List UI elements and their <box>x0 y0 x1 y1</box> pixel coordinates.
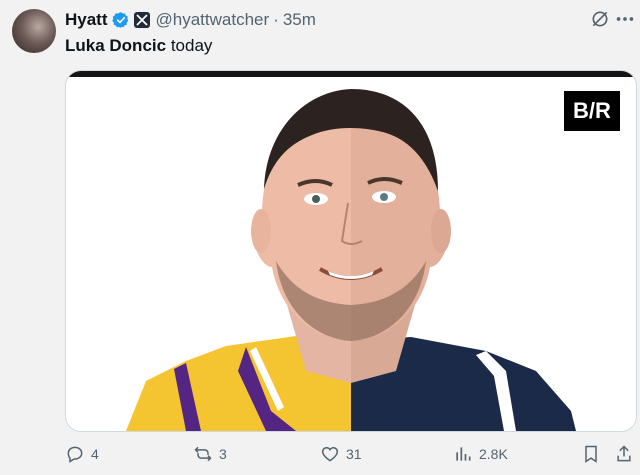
bookmark-icon <box>585 445 597 463</box>
x-affiliate-icon[interactable] <box>133 12 150 28</box>
bookmark-button[interactable] <box>581 444 601 464</box>
tweet-media-image[interactable]: B/R <box>65 70 637 432</box>
tweet-bold-text[interactable]: Luka Doncic <box>65 36 166 55</box>
views-button[interactable]: 2.8K <box>453 444 508 464</box>
author-name[interactable]: Hyatt <box>65 10 108 30</box>
br-logo-text: B/R <box>573 98 611 123</box>
repost-button[interactable]: 3 <box>193 444 227 464</box>
reply-count: 4 <box>91 446 99 462</box>
like-count: 31 <box>346 446 362 462</box>
share-button[interactable] <box>614 444 634 464</box>
tweet-text: Luka Doncic today <box>65 36 212 56</box>
reply-icon <box>67 446 83 463</box>
split-portrait-image <box>66 71 636 431</box>
grok-icon[interactable] <box>590 9 610 29</box>
share-icon <box>617 445 631 462</box>
repost-count: 3 <box>219 446 227 462</box>
tweet-header: Hyatt @hyattwatcher · 35m <box>65 8 624 32</box>
verified-badge-icon <box>111 12 128 28</box>
separator-dot: · <box>273 10 279 29</box>
tweet-body-text: today <box>166 36 213 55</box>
timestamp[interactable]: 35m <box>283 10 316 30</box>
author-handle[interactable]: @hyattwatcher <box>156 10 270 30</box>
avatar[interactable] <box>12 9 56 53</box>
reply-button[interactable]: 4 <box>65 444 99 464</box>
like-button[interactable]: 31 <box>320 444 362 464</box>
more-options-icon[interactable] <box>614 9 636 29</box>
views-count: 2.8K <box>479 446 508 462</box>
br-logo: B/R <box>564 91 620 131</box>
views-chart-icon <box>456 447 471 461</box>
repost-icon <box>194 446 212 462</box>
heart-icon <box>321 446 339 462</box>
tweet-actions: 4 3 31 2.8K <box>65 440 632 468</box>
